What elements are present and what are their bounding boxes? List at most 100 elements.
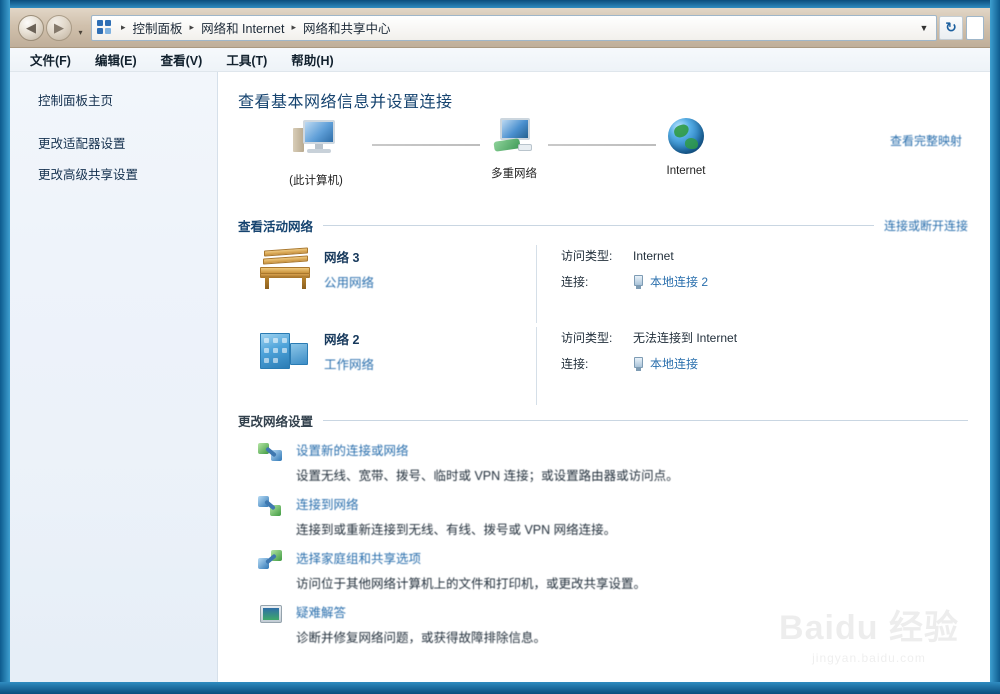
action-title[interactable]: 设置新的连接或网络 — [296, 440, 968, 459]
sidebar-item-change-adapter-settings[interactable]: 更改适配器设置 — [10, 127, 217, 158]
network-map: (此计算机) 多重网络 Internet 查看完整映 — [236, 118, 968, 210]
active-networks-list: 网络 3 公用网络 访问类型: Internet 连接: — [236, 243, 968, 407]
action-description: 设置无线、宽带、拨号、临时或 VPN 连接；或设置路由器或访问点。 — [296, 465, 968, 484]
network-connection-icon — [633, 275, 644, 289]
breadcrumb-item-network-sharing-center[interactable]: 网络和共享中心 — [300, 16, 394, 39]
navigation-buttons: ◀ ▶ ▾ — [18, 15, 87, 41]
connection-label: 连接: — [561, 355, 633, 372]
menu-item-view[interactable]: 查看(V) — [149, 48, 215, 71]
change-settings-title: 更改网络设置 — [238, 411, 313, 430]
access-type-value: 无法连接到 Internet — [633, 329, 737, 346]
action-title[interactable]: 连接到网络 — [296, 494, 968, 513]
address-bar-controls: ▼ — [914, 16, 934, 40]
connection-value-link[interactable]: 本地连接 — [650, 355, 698, 372]
desktop-frame-top — [0, 0, 1000, 8]
computer-icon — [293, 118, 339, 160]
desktop-frame-right — [990, 0, 1000, 694]
troubleshoot-icon — [258, 603, 284, 627]
map-node-label: Internet — [626, 165, 746, 177]
breadcrumb-item-control-panel[interactable]: 控制面板 — [130, 16, 186, 39]
action-connect-to-network[interactable]: 连接到网络 连接到或重新连接到无线、有线、拨号或 VPN 网络连接。 — [258, 494, 968, 538]
connection-row: 连接: 本地连接 — [561, 355, 968, 372]
action-title[interactable]: 疑难解答 — [296, 602, 968, 621]
connection-row: 连接: 本地连接 2 — [561, 273, 968, 290]
multiple-networks-icon — [488, 118, 540, 162]
window-body: 控制面板主页 更改适配器设置 更改高级共享设置 查看基本网络信息并设置连接 — [10, 72, 990, 682]
menu-bar: 文件(F) 编辑(E) 查看(V) 工具(T) 帮助(H) — [10, 48, 990, 72]
network-details: 访问类型: 无法连接到 Internet 连接: 本地连接 — [537, 325, 968, 381]
menu-item-file[interactable]: 文件(F) — [18, 48, 83, 71]
breadcrumb-item-network-internet[interactable]: 网络和 Internet — [198, 16, 287, 39]
network-name: 网络 2 — [324, 329, 374, 348]
access-type-label: 访问类型: — [561, 247, 633, 264]
map-node-this-computer[interactable]: (此计算机) — [256, 118, 376, 188]
action-title[interactable]: 选择家庭组和共享选项 — [296, 548, 968, 567]
menu-item-edit[interactable]: 编辑(E) — [83, 48, 149, 71]
access-type-label: 访问类型: — [561, 329, 633, 346]
new-connection-icon — [258, 441, 284, 465]
office-building-icon — [258, 329, 312, 373]
network-type-link[interactable]: 工作网络 — [324, 354, 374, 373]
section-divider — [323, 225, 874, 226]
sidebar-item-change-advanced-sharing-settings[interactable]: 更改高级共享设置 — [10, 158, 217, 189]
homegroup-sharing-icon — [258, 549, 284, 573]
connect-disconnect-link[interactable]: 连接或断开连接 — [884, 217, 968, 234]
action-set-up-new-connection[interactable]: 设置新的连接或网络 设置无线、宽带、拨号、临时或 VPN 连接；或设置路由器或访… — [258, 440, 968, 484]
explorer-window: ◀ ▶ ▾ ▸ 控制面板 ▸ 网络和 Internet ▸ 网络和共享中心 — [10, 8, 990, 682]
back-button[interactable]: ◀ — [18, 15, 44, 41]
active-network-row: 网络 3 公用网络 访问类型: Internet 连接: — [236, 243, 968, 325]
access-type-row: 访问类型: 无法连接到 Internet — [561, 329, 968, 346]
desktop-frame-left — [0, 0, 10, 694]
action-description: 诊断并修复网络问题，或获得故障排除信息。 — [296, 627, 968, 646]
network-type-link[interactable]: 公用网络 — [324, 272, 374, 291]
action-troubleshoot[interactable]: 疑难解答 诊断并修复网络问题，或获得故障排除信息。 — [258, 602, 968, 646]
action-description: 连接到或重新连接到无线、有线、拨号或 VPN 网络连接。 — [296, 519, 968, 538]
connect-network-icon — [258, 495, 284, 519]
action-homegroup-sharing-options[interactable]: 选择家庭组和共享选项 访问位于其他网络计算机上的文件和打印机，或更改共享设置。 — [258, 548, 968, 592]
chevron-down-icon[interactable]: ▼ — [914, 16, 934, 40]
window-titlebar: ◀ ▶ ▾ ▸ 控制面板 ▸ 网络和 Internet ▸ 网络和共享中心 — [10, 8, 990, 48]
view-full-map-link[interactable]: 查看完整映射 — [890, 132, 962, 149]
refresh-icon[interactable]: ↻ — [939, 16, 963, 40]
menu-item-tools[interactable]: 工具(T) — [214, 48, 279, 71]
active-networks-header: 查看活动网络 连接或断开连接 — [238, 216, 968, 235]
control-panel-icon — [96, 19, 113, 36]
screen: ◀ ▶ ▾ ▸ 控制面板 ▸ 网络和 Internet ▸ 网络和共享中心 — [0, 0, 1000, 694]
active-network-row: 网络 2 工作网络 访问类型: 无法连接到 Internet 连接: — [236, 325, 968, 407]
network-details: 访问类型: Internet 连接: 本地连接 2 — [537, 243, 968, 299]
breadcrumb-separator-2[interactable]: ▸ — [287, 22, 300, 33]
sidebar-gradient — [10, 502, 217, 682]
page-title: 查看基本网络信息并设置连接 — [238, 88, 968, 112]
map-node-internet[interactable]: Internet — [626, 118, 746, 177]
task-pane-sidebar: 控制面板主页 更改适配器设置 更改高级共享设置 — [10, 72, 218, 682]
breadcrumb: ▸ 控制面板 ▸ 网络和 Internet ▸ 网络和共享中心 — [117, 16, 914, 39]
network-identity[interactable]: 网络 2 工作网络 — [236, 325, 536, 373]
park-bench-icon — [258, 247, 312, 291]
search-input[interactable] — [966, 16, 984, 40]
watermark-url: jingyan.baidu.com — [812, 651, 926, 665]
breadcrumb-separator-0: ▸ — [117, 22, 130, 33]
access-type-row: 访问类型: Internet — [561, 247, 968, 264]
action-description: 访问位于其他网络计算机上的文件和打印机，或更改共享设置。 — [296, 573, 968, 592]
breadcrumb-separator-1[interactable]: ▸ — [186, 22, 199, 33]
access-type-value: Internet — [633, 249, 674, 263]
map-node-multiple-networks[interactable]: 多重网络 — [454, 118, 574, 181]
sidebar-item-control-panel-home[interactable]: 控制面板主页 — [10, 86, 217, 113]
recent-pages-button[interactable]: ▾ — [74, 15, 87, 41]
map-node-label: 多重网络 — [454, 165, 574, 181]
desktop-frame-bottom — [0, 682, 1000, 694]
globe-icon — [663, 118, 709, 162]
menu-item-help[interactable]: 帮助(H) — [279, 48, 345, 71]
network-identity[interactable]: 网络 3 公用网络 — [236, 243, 536, 291]
network-connection-icon — [633, 357, 644, 371]
active-networks-title: 查看活动网络 — [238, 216, 313, 235]
content-pane: 查看基本网络信息并设置连接 (此计算机) — [218, 72, 990, 682]
forward-button[interactable]: ▶ — [46, 15, 72, 41]
change-settings-list: 设置新的连接或网络 设置无线、宽带、拨号、临时或 VPN 连接；或设置路由器或访… — [236, 440, 968, 646]
map-node-label: (此计算机) — [256, 172, 376, 188]
change-settings-header: 更改网络设置 — [238, 411, 968, 430]
connection-label: 连接: — [561, 273, 633, 290]
connection-value-link[interactable]: 本地连接 2 — [650, 273, 708, 290]
section-divider — [323, 420, 968, 421]
address-bar[interactable]: ▸ 控制面板 ▸ 网络和 Internet ▸ 网络和共享中心 ▼ — [91, 15, 937, 41]
